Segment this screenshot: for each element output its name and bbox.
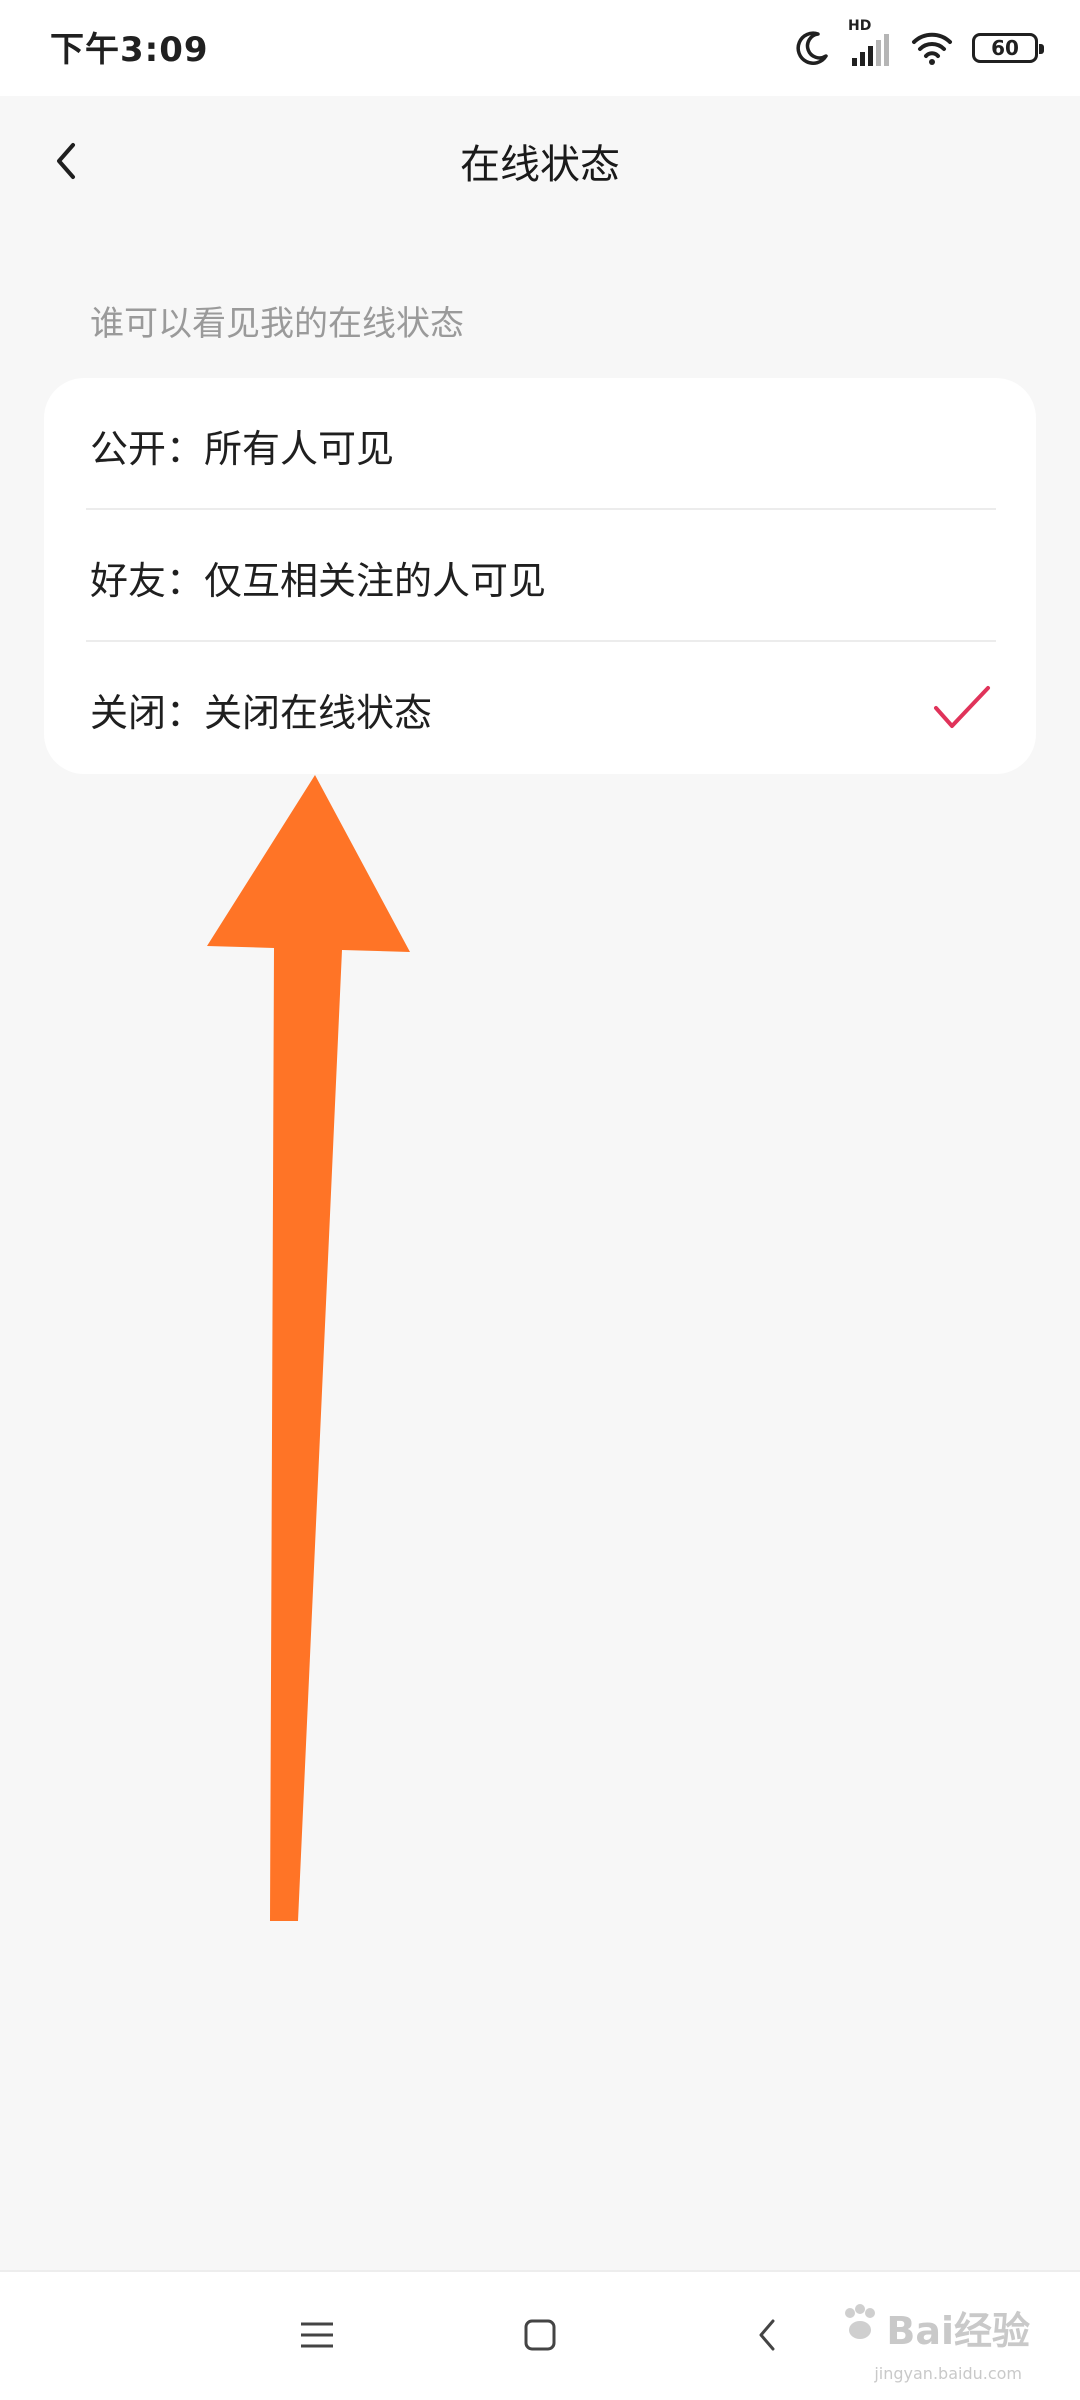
visibility-options: 公开：所有人可见 好友：仅互相关注的人可见 关闭：关闭在线状态 [44, 378, 1036, 774]
wifi-icon [910, 30, 954, 66]
checkmark-icon [932, 682, 992, 738]
annotation-arrow [207, 775, 410, 1921]
watermark-subtext: jingyan.baidu.com [874, 2364, 1022, 2383]
back-triangle-icon [755, 2317, 779, 2357]
status-bar: 下午3:09 HD 60 [0, 0, 1080, 96]
option-friends[interactable]: 好友：仅互相关注的人可见 [44, 510, 1036, 642]
paw-icon [840, 2303, 880, 2352]
option-label: 关闭：关闭在线状态 [90, 691, 433, 735]
signal-icon: HD [848, 18, 892, 68]
watermark-logo: Bai经验 [840, 2300, 1030, 2355]
home-square-icon [523, 2318, 557, 2356]
status-time: 下午3:09 [50, 30, 209, 70]
battery-level: 60 [991, 36, 1019, 60]
menu-icon [299, 2320, 335, 2354]
navigation-bar: Bai经验 jingyan.baidu.com [0, 2270, 1080, 2400]
option-label: 公开：所有人可见 [90, 427, 395, 471]
watermark-text: Bai经验 [886, 2309, 1030, 2353]
option-label: 好友：仅互相关注的人可见 [90, 559, 547, 603]
option-public[interactable]: 公开：所有人可见 [44, 378, 1036, 510]
section-label: 谁可以看见我的在线状态 [90, 304, 464, 344]
option-off[interactable]: 关闭：关闭在线状态 [44, 642, 1036, 774]
home-button[interactable] [505, 2302, 575, 2372]
nav-back-button[interactable] [732, 2302, 802, 2372]
moon-icon [794, 30, 830, 66]
battery-icon: 60 [972, 33, 1044, 63]
page-title: 在线状态 [460, 142, 620, 188]
network-badge: HD [848, 18, 872, 34]
header: 在线状态 [0, 96, 1080, 232]
menu-button[interactable] [282, 2302, 352, 2372]
status-icons: HD 60 [794, 18, 1044, 72]
